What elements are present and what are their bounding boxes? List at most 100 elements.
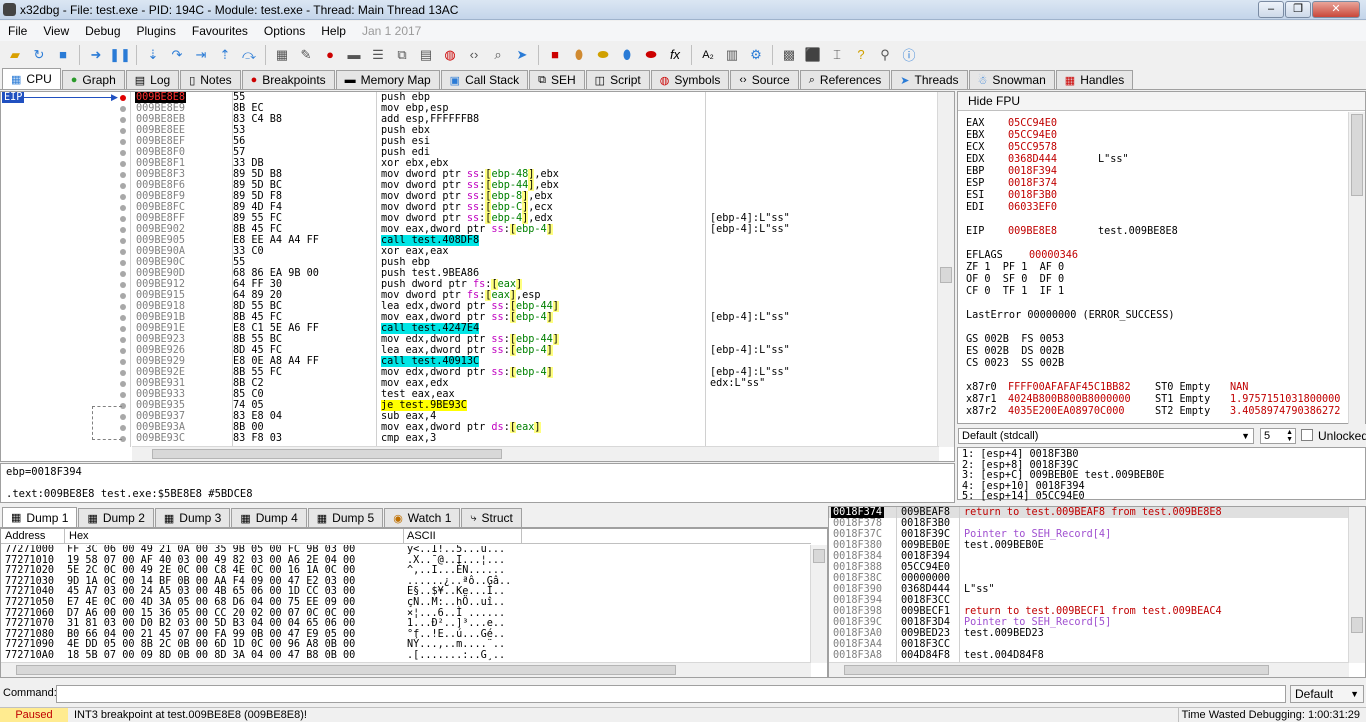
trace-into-icon[interactable]: ⇥ bbox=[190, 44, 212, 66]
scylla-icon[interactable]: ▦ bbox=[271, 44, 293, 66]
breakpoint-dot[interactable] bbox=[120, 183, 126, 189]
scrollbar-thumb[interactable] bbox=[940, 267, 952, 283]
bookmark-icon[interactable]: ⬮ bbox=[616, 44, 638, 66]
string-icon[interactable]: A₂ bbox=[697, 44, 719, 66]
disasm-row[interactable]: 009BE8EB 83 C4 B8 add esp,FFFFFFB8 bbox=[132, 114, 940, 125]
disasm-row[interactable]: 009BE905 E8 EE A4 A4 FF call test.408DF8 bbox=[132, 235, 940, 246]
register-row[interactable]: x87r0 FFFF00AFAFAF45C1BB82 ST0 Empty NAN bbox=[958, 382, 1248, 394]
dump-row[interactable]: 77271000 FF 3C 06 00 49 21 0A 00 35 9B 05… bbox=[1, 545, 811, 556]
breakpoint-dot[interactable] bbox=[120, 216, 126, 222]
disasm-row[interactable]: 009BE8F6 89 5D BC mov dword ptr ss:[ebp-44… bbox=[132, 180, 940, 191]
menu-plugins[interactable]: Plugins bbox=[129, 21, 184, 41]
register-row[interactable]: ESI 0018F3B0 bbox=[958, 190, 1057, 202]
disasm-row[interactable]: 009BE91B 8B 45 FC mov eax,dword ptr ss:[eb… bbox=[132, 312, 940, 323]
log-icon[interactable]: ⌶ bbox=[826, 44, 848, 66]
argument-row[interactable]: 5: [esp+14] 05CC94E0 bbox=[962, 491, 1085, 503]
seh-icon[interactable]: ⧉ bbox=[391, 44, 413, 66]
breakpoint-dot[interactable] bbox=[120, 194, 126, 200]
tab-log[interactable]: ▤ Log bbox=[125, 70, 180, 89]
tab-source[interactable]: ‹› Source bbox=[730, 70, 799, 89]
tab-watch-1[interactable]: ◉ Watch 1 bbox=[384, 508, 461, 527]
breakpoint-dot[interactable] bbox=[120, 315, 126, 321]
step-over-icon[interactable]: ↷ bbox=[166, 44, 188, 66]
tab-call-stack[interactable]: ▣ Call Stack bbox=[440, 70, 529, 89]
breakpoint-icon[interactable]: ● bbox=[319, 44, 341, 66]
disasm-row[interactable]: 009BE8F3 89 5D B8 mov dword ptr ss:[ebp-48… bbox=[132, 169, 940, 180]
tab-dump-4[interactable]: ▦ Dump 4 bbox=[231, 508, 307, 527]
disasm-vertical-scrollbar[interactable] bbox=[937, 92, 954, 447]
breakpoint-dot[interactable] bbox=[120, 172, 126, 178]
menu-view[interactable]: View bbox=[35, 21, 77, 41]
tab-dump-1[interactable]: ▦ Dump 1 bbox=[2, 507, 78, 527]
breakpoint-dot[interactable] bbox=[120, 117, 126, 123]
register-row[interactable]: OF 0 SF 0 DF 0 bbox=[958, 274, 1064, 286]
registers-scrollbar[interactable] bbox=[1348, 112, 1365, 424]
tab-breakpoints[interactable]: ● Breakpoints bbox=[241, 70, 335, 89]
breakpoint-dot[interactable] bbox=[120, 282, 126, 288]
label-icon[interactable]: ⬬ bbox=[592, 44, 614, 66]
tab-threads[interactable]: ➤ Threads bbox=[891, 70, 968, 89]
disasm-row[interactable]: 009BE902 8B 45 FC mov eax,dword ptr ss:[eb… bbox=[132, 224, 940, 235]
disasm-row[interactable]: 009BE90D 68 86 EA 9B 00 push test.9BEA86 bbox=[132, 268, 940, 279]
stack-row[interactable]: 0018F3A8 004D84F8 test.004D84F8 bbox=[829, 650, 1349, 661]
source-icon[interactable]: ‹› bbox=[463, 44, 485, 66]
disasm-row[interactable]: 009BE90C 55 push ebp bbox=[132, 257, 940, 268]
breakpoint-dot[interactable] bbox=[120, 205, 126, 211]
scrollbar-thumb[interactable] bbox=[152, 449, 502, 459]
patches-icon[interactable]: ⬛ bbox=[802, 44, 824, 66]
stack-row[interactable]: 0018F388 05CC94E0 bbox=[829, 562, 1349, 573]
disasm-row[interactable]: 009BE8E9 8B EC mov ebp,esp bbox=[132, 103, 940, 114]
scrollbar-thumb[interactable] bbox=[1351, 617, 1363, 633]
breakpoint-dot[interactable] bbox=[120, 359, 126, 365]
unlocked-checkbox[interactable] bbox=[1301, 429, 1313, 441]
disasm-row[interactable]: 009BE8EE 53 push ebx bbox=[132, 125, 940, 136]
menu-help[interactable]: Help bbox=[313, 21, 354, 41]
trace-record-icon[interactable]: ■ bbox=[544, 44, 566, 66]
register-row[interactable]: CF 0 TF 1 IF 1 bbox=[958, 286, 1064, 298]
restart-icon[interactable]: ↻ bbox=[28, 44, 50, 66]
tab-memory-map[interactable]: ▬ Memory Map bbox=[335, 70, 440, 89]
register-row[interactable]: CS 0023 SS 002B bbox=[958, 358, 1064, 370]
disasm-row[interactable]: 009BE8F1 33 DB xor ebx,ebx bbox=[132, 158, 940, 169]
register-row[interactable]: EAX 05CC94E0 bbox=[958, 118, 1057, 130]
register-row[interactable]: ESP 0018F374 bbox=[958, 178, 1057, 190]
register-row[interactable]: LastError 00000000 (ERROR_SUCCESS) bbox=[958, 310, 1175, 322]
dump-row[interactable]: 77271050 E7 4E 0C 00 4D 3A 05 00 68 D6 04… bbox=[1, 597, 811, 609]
help-icon[interactable]: ? bbox=[850, 44, 872, 66]
scrollbar-thumb[interactable] bbox=[813, 549, 825, 563]
arguments-panel[interactable]: 1: [esp+4] 0018F3B0 2: [esp+8] 0018F39C 3:… bbox=[957, 447, 1366, 503]
stack-row[interactable]: 0018F398 009BECF1 return to test.009BECF1 … bbox=[829, 606, 1349, 617]
breakpoint-dot[interactable] bbox=[120, 128, 126, 134]
stack-row[interactable]: 0018F39C 0018F3D4 Pointer to SEH_Record[5] bbox=[829, 617, 1349, 628]
disasm-row[interactable]: 009BE8EF 56 push esi bbox=[132, 136, 940, 147]
tab-dump-2[interactable]: ▦ Dump 2 bbox=[78, 508, 154, 527]
argument-count-spinner[interactable]: 5 ▲ ▼ bbox=[1260, 428, 1296, 444]
run-icon[interactable]: ➜ bbox=[85, 44, 107, 66]
breakpoint-dot[interactable] bbox=[120, 260, 126, 266]
disasm-row[interactable]: 009BE8FF 89 55 FC mov dword ptr ss:[ebp-4]… bbox=[132, 213, 940, 224]
stack-row[interactable]: 0018F38C 00000000 bbox=[829, 573, 1349, 584]
disasm-row[interactable]: 009BE926 8D 45 FC lea eax,dword ptr ss:[eb… bbox=[132, 345, 940, 356]
register-row[interactable]: EDX 0368D444 L"ss" bbox=[958, 154, 1129, 166]
open-icon[interactable]: ▰ bbox=[4, 44, 26, 66]
register-row[interactable]: ECX 05CC9578 bbox=[958, 142, 1057, 154]
breakpoint-dot[interactable] bbox=[120, 326, 126, 332]
disasm-row[interactable]: 009BE92E 8B 55 FC mov edx,dword ptr ss:[eb… bbox=[132, 367, 940, 378]
menu-options[interactable]: Options bbox=[256, 21, 313, 41]
dump-horizontal-scrollbar[interactable] bbox=[1, 662, 811, 677]
stack-row[interactable]: 0018F394 0018F3CC bbox=[829, 595, 1349, 606]
stack-row[interactable]: 0018F378 0018F3B0 bbox=[829, 518, 1349, 529]
tab-dump-3[interactable]: ▦ Dump 3 bbox=[154, 508, 231, 527]
breakpoint-dot[interactable] bbox=[120, 238, 126, 244]
register-row[interactable]: EIP 009BE8E8 test.009BE8E8 bbox=[958, 226, 1178, 238]
dump-scrollbar[interactable] bbox=[810, 545, 827, 663]
memory-icon[interactable]: ▬ bbox=[343, 44, 365, 66]
ascii-column-header[interactable]: ASCII bbox=[407, 530, 436, 542]
minimize-button[interactable]: – bbox=[1258, 1, 1284, 18]
script-icon[interactable]: ▤ bbox=[415, 44, 437, 66]
register-row[interactable]: x87r1 4024B800B800B8000000 ST1 Empty 1.9757… bbox=[958, 394, 1340, 406]
threads-icon[interactable]: ➤ bbox=[511, 44, 533, 66]
registers-panel[interactable]: Hide FPU EAX 05CC94E0 EBX 05CC94E0 ECX 05CC95… bbox=[957, 91, 1366, 424]
breakpoint-dot[interactable] bbox=[120, 337, 126, 343]
breakpoint-dot[interactable] bbox=[120, 150, 126, 156]
